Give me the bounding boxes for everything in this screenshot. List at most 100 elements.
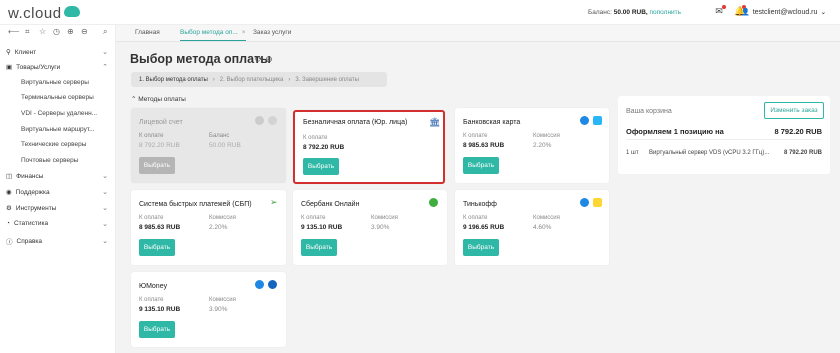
card-amount: 9 135.10 RUB xyxy=(139,306,181,313)
step-separator: › xyxy=(212,76,215,83)
topup-link[interactable]: пополнить xyxy=(650,9,682,16)
section-toggle-methods[interactable]: ⌃ Методы оплаты xyxy=(131,95,186,103)
mir-card-icon xyxy=(580,198,589,207)
sidebar-item-virtual-servers[interactable]: Виртуальные серверы xyxy=(21,79,89,86)
gift-icon[interactable]: ✉ xyxy=(714,5,726,16)
chevron-down-icon: ⌄ xyxy=(102,205,108,212)
client-icon: ⚲ xyxy=(6,49,11,56)
tree-icon[interactable]: ⌗ xyxy=(25,27,30,37)
title-actions: ⟳ ⊕ xyxy=(255,54,273,65)
chevron-down-icon: ⌄ xyxy=(102,173,108,180)
card-name: Безналичная оплата (Юр. лица) xyxy=(303,119,408,126)
sidebar-item-virtual-routers[interactable]: Виртуальные маршрут... xyxy=(21,126,95,133)
add-icon[interactable]: ⊕ xyxy=(67,27,74,36)
divider xyxy=(626,139,822,140)
sidebar-item-tech-servers[interactable]: Технические серверы xyxy=(21,141,86,148)
step-1: 1. Выбор метода оплаты xyxy=(139,76,208,83)
user-menu[interactable]: 👤 testclient@wcloud.ru ⌄ xyxy=(741,8,827,17)
sidebar-item-help[interactable]: ⓘ Справка ⌄ xyxy=(6,236,108,247)
sidebar-item-client[interactable]: ⚲ Клиент ⌄ xyxy=(6,48,108,57)
tab-home[interactable]: Главная xyxy=(135,29,160,36)
back-icon[interactable]: ⟵ xyxy=(8,27,19,36)
payment-card-yoomoney[interactable]: ЮMoney К оплате 9 135.10 RUB Комиссия 3.… xyxy=(131,272,286,347)
sidebar-item-mail-servers[interactable]: Почтовые серверы xyxy=(21,157,78,164)
cart-item-qty: 1 шт xyxy=(626,150,639,156)
user-icon: 👤 xyxy=(741,9,750,16)
breadcrumb-steps: 1. Выбор метода оплаты › 2. Выбор плател… xyxy=(131,72,387,87)
cart-item-name: Виртуальный сервер VDS (vCPU 3.2 ГГц)... xyxy=(649,150,770,156)
card-name: Банковская карта xyxy=(463,119,521,126)
cart-item-price: 8 792.20 RUB xyxy=(783,150,822,156)
sidebar-item-products[interactable]: ▣ Товары/Услуги ⌃ xyxy=(6,63,108,72)
refresh-icon[interactable]: ⟳ xyxy=(255,54,263,64)
card-name: Система быстрых платежей (СБП) xyxy=(139,201,252,208)
select-button[interactable]: Выбрать xyxy=(463,239,499,256)
mir-card-icon xyxy=(255,280,264,289)
payment-card-sberbank[interactable]: Сбербанк Онлайн К оплате 9 135.10 RUB Ко… xyxy=(293,190,447,265)
balance-value: 50.00 RUB, xyxy=(613,9,648,16)
chevron-down-icon: ⌄ xyxy=(102,189,108,196)
top-bar: w.cloud Баланс: 50.00 RUB, пополнить ✉ 🔔… xyxy=(0,0,840,25)
user-email: testclient@wcloud.ru xyxy=(752,8,818,16)
sidebar-item-statistics[interactable]: ◔ Статистика ⌄ xyxy=(6,220,108,228)
logo[interactable]: w.cloud xyxy=(8,5,80,22)
payment-card-bank-card[interactable]: Банковская карта К оплате 8 985.63 RUB К… xyxy=(455,108,609,183)
bank-icon: 🏛 xyxy=(429,117,441,127)
payment-card-sbp[interactable]: Система быстрых платежей (СБП) ➢ К оплат… xyxy=(131,190,286,265)
balance-label: Баланс: xyxy=(588,9,612,16)
card-amount: 9 196.65 RUB xyxy=(463,224,505,231)
payment-card-tinkoff[interactable]: Тинькофф К оплате 9 196.65 RUB Комиссия … xyxy=(455,190,609,265)
select-button[interactable]: Выбрать xyxy=(301,239,337,256)
star-icon[interactable]: ☆ xyxy=(39,27,46,36)
gear-icon: ⚙ xyxy=(6,205,12,212)
wallet-icon xyxy=(268,116,277,125)
card-name: Лицевой счет xyxy=(139,119,183,126)
card-amount: 8 985.63 RUB xyxy=(463,142,505,149)
card-amount: 8 792.20 RUB xyxy=(139,142,180,149)
mir-card-icon xyxy=(580,116,589,125)
payment-card-bank-transfer[interactable]: Безналичная оплата (Юр. лица) 🏛 К оплате… xyxy=(293,110,445,184)
card-name: Тинькофф xyxy=(463,201,497,208)
step-3: 3. Завершение оплаты xyxy=(295,76,359,83)
globe-icon[interactable]: ⊕ xyxy=(265,54,273,64)
select-button[interactable]: Выбрать xyxy=(303,158,339,175)
cart-heading: Оформляем 1 позицию на xyxy=(626,127,724,136)
select-button[interactable]: Выбрать xyxy=(139,239,175,256)
close-icon[interactable]: × xyxy=(242,29,246,36)
sidebar-item-support[interactable]: ◉ Поддержка ⌄ xyxy=(6,188,108,197)
chevron-down-icon: ⌄ xyxy=(102,49,108,56)
finance-icon: ◫ xyxy=(6,173,13,180)
yoomoney-icon xyxy=(268,280,277,289)
select-button[interactable]: Выбрать xyxy=(463,157,499,174)
chevron-down-icon: ⌄ xyxy=(820,9,827,16)
support-icon: ◉ xyxy=(6,189,12,196)
sidebar-item-finance[interactable]: ◫ Финансы ⌄ xyxy=(6,172,108,181)
cart-title: Ваша корзина xyxy=(626,108,672,115)
help-icon: ⓘ xyxy=(6,239,13,246)
card-amount: 8 985.63 RUB xyxy=(139,224,181,231)
sidebar-item-terminal-servers[interactable]: Терминальные серверы xyxy=(21,94,94,101)
select-button[interactable]: Выбрать xyxy=(139,321,175,338)
chevron-down-icon: ⌄ xyxy=(102,220,108,228)
history-icon[interactable]: ◷ xyxy=(53,27,60,36)
card-name: Сбербанк Онлайн xyxy=(301,201,360,208)
card-icon xyxy=(593,116,602,125)
minus-icon[interactable]: ⊖ xyxy=(81,27,88,36)
tab-order[interactable]: Заказ услуги xyxy=(253,29,291,36)
card-amount: 9 135.10 RUB xyxy=(301,224,343,231)
change-order-button[interactable]: Изменить заказ xyxy=(764,102,824,119)
page-title: Выбор метода оплаты xyxy=(130,52,271,66)
sidebar-item-tools[interactable]: ⚙ Инструменты ⌄ xyxy=(6,204,108,213)
sidebar-item-vdi[interactable]: VDI - Серверы удаленн... xyxy=(21,110,97,117)
payment-card-account: Лицевой счет К оплате 8 792.20 RUB Балан… xyxy=(131,108,286,183)
card-amount: 8 792.20 RUB xyxy=(303,144,345,151)
tab-payment-method[interactable]: Выбор метода оп... × xyxy=(180,29,246,41)
cart-total: 8 792.20 RUB xyxy=(774,127,822,136)
balance-info: Баланс: 50.00 RUB, пополнить xyxy=(588,9,681,16)
step-separator: › xyxy=(288,76,291,83)
step-2: 2. Выбор плательщика xyxy=(219,76,284,83)
search-icon[interactable]: ⌕ xyxy=(103,27,107,37)
chevron-up-icon: ⌃ xyxy=(102,64,108,71)
tab-bar: Главная Выбор метода оп... × Заказ услуги xyxy=(116,25,840,42)
cloud-logo-icon xyxy=(63,6,80,17)
